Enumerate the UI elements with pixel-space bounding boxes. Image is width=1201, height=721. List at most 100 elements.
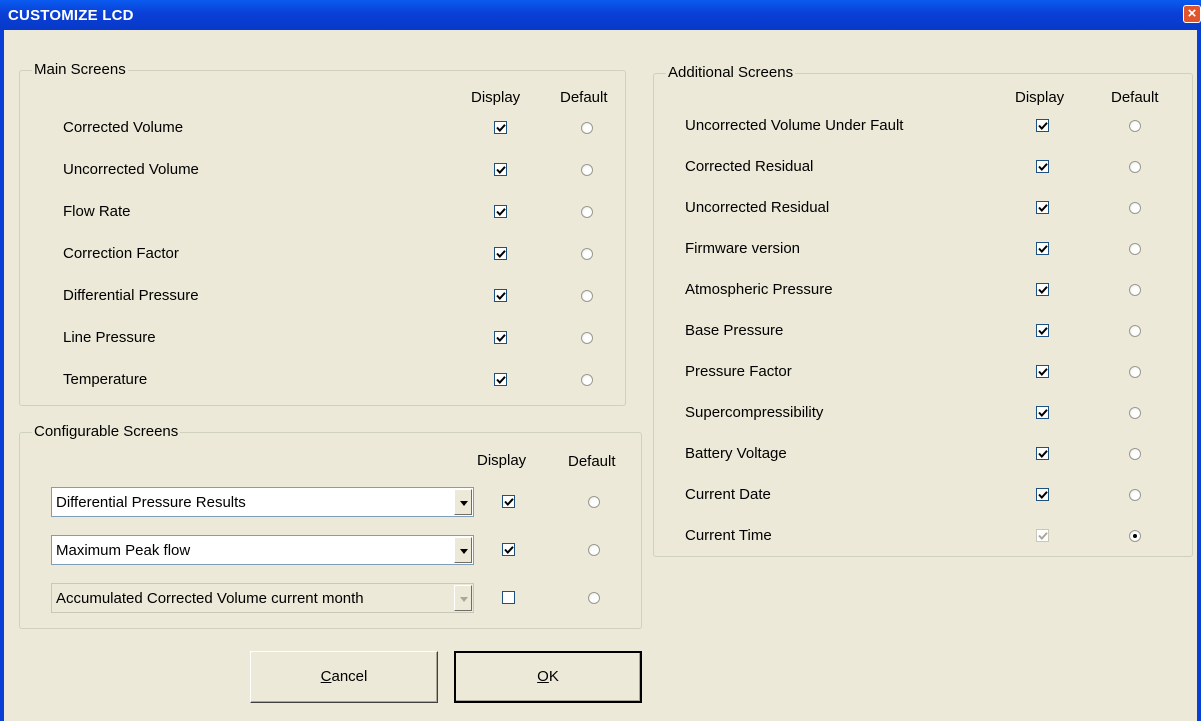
display-checkbox[interactable] [494,163,507,176]
title-bar[interactable]: CUSTOMIZE LCD × [0,0,1201,30]
dropdown-button[interactable] [454,489,472,515]
display-checkbox[interactable] [1036,365,1049,378]
default-radio[interactable] [581,290,593,302]
check-icon [1038,491,1048,499]
default-radio[interactable] [1129,407,1141,419]
dropdown-button[interactable] [454,537,472,563]
close-button[interactable]: × [1183,5,1201,23]
display-column-header: Display [477,452,527,469]
default-radio[interactable] [581,122,593,134]
default-radio[interactable] [588,592,600,604]
default-radio[interactable] [581,164,593,176]
row-label: Differential Pressure [63,287,199,304]
default-radio[interactable] [588,544,600,556]
default-radio[interactable] [581,332,593,344]
dropdown-button [454,585,472,611]
display-checkbox[interactable] [1036,447,1049,460]
screen-select: Accumulated Corrected Volume current mon… [51,583,474,613]
display-checkbox[interactable] [502,543,515,556]
screen-select[interactable]: Differential Pressure Results [51,487,474,517]
default-radio[interactable] [1129,489,1141,501]
display-checkbox[interactable] [1036,242,1049,255]
default-radio[interactable] [1129,202,1141,214]
check-icon [496,124,506,132]
check-icon [1038,122,1048,130]
default-radio[interactable] [581,206,593,218]
check-icon [496,292,506,300]
row-label: Firmware version [685,240,801,257]
check-icon [1038,286,1048,294]
default-column-header: Default [1111,89,1159,106]
default-radio[interactable] [1129,161,1141,173]
default-radio[interactable] [588,496,600,508]
cancel-label: ancel [331,668,368,685]
ok-label: K [548,668,559,685]
chevron-down-icon [460,549,468,554]
default-radio[interactable] [581,248,593,260]
check-icon [1038,532,1048,540]
display-checkbox[interactable] [1036,160,1049,173]
display-checkbox [1036,529,1049,542]
row-label: Corrected Volume [63,119,184,136]
default-radio[interactable] [1129,284,1141,296]
check-icon [496,250,506,258]
check-icon [1038,327,1048,335]
screen-select[interactable]: Maximum Peak flow [51,535,474,565]
display-checkbox[interactable] [1036,283,1049,296]
check-icon [1038,450,1048,458]
display-checkbox[interactable] [502,495,515,508]
default-radio[interactable] [1129,120,1141,132]
configurable-screens-legend: Configurable Screens [32,423,181,440]
display-checkbox[interactable] [494,121,507,134]
main-screens-legend: Main Screens [32,61,128,78]
display-checkbox[interactable] [1036,324,1049,337]
chevron-down-icon [460,597,468,602]
default-radio[interactable] [1129,366,1141,378]
display-checkbox[interactable] [494,247,507,260]
row-label: Supercompressibility [685,404,824,421]
display-column-header: Display [1015,89,1065,106]
default-column-header: Default [560,89,608,106]
display-checkbox[interactable] [502,591,515,604]
screen-select-value: Maximum Peak flow [56,542,191,559]
default-radio[interactable] [581,374,593,386]
display-checkbox[interactable] [1036,406,1049,419]
customize-lcd-dialog: CUSTOMIZE LCD × Main Screens Display Defa… [0,0,1201,721]
window-title: CUSTOMIZE LCD [8,7,134,24]
default-column-header: Default [568,453,616,470]
main-screens-group: Main Screens Display Default Corrected Vol… [19,62,626,406]
cancel-mnemonic: C [320,668,332,685]
default-radio[interactable] [1129,530,1141,542]
row-label: Correction Factor [63,245,179,262]
check-icon [1038,204,1048,212]
screen-select-value: Differential Pressure Results [56,494,246,511]
check-icon [1038,409,1048,417]
chevron-down-icon [460,501,468,506]
display-column-header: Display [471,89,521,106]
check-icon [1038,368,1048,376]
row-label: Battery Voltage [685,445,787,462]
default-radio[interactable] [1129,325,1141,337]
cancel-button[interactable]: Cancel [250,651,438,703]
display-checkbox[interactable] [494,289,507,302]
additional-screens-legend: Additional Screens [666,64,796,81]
display-checkbox[interactable] [494,331,507,344]
display-checkbox[interactable] [494,205,507,218]
display-checkbox[interactable] [494,373,507,386]
close-icon: × [1187,5,1197,22]
display-checkbox[interactable] [1036,201,1049,214]
row-label: Corrected Residual [685,158,814,175]
configurable-screens-group: Configurable Screens Display Default Diffe… [19,424,642,629]
check-icon [496,166,506,174]
check-icon [496,376,506,384]
display-checkbox[interactable] [1036,119,1049,132]
default-radio[interactable] [1129,243,1141,255]
ok-button[interactable]: OK [454,651,642,703]
screen-select-value: Accumulated Corrected Volume current mon… [56,590,364,607]
display-checkbox[interactable] [1036,488,1049,501]
check-icon [504,546,514,554]
default-radio[interactable] [1129,448,1141,460]
check-icon [496,334,506,342]
row-label: Base Pressure [685,322,784,339]
row-label: Flow Rate [63,203,131,220]
